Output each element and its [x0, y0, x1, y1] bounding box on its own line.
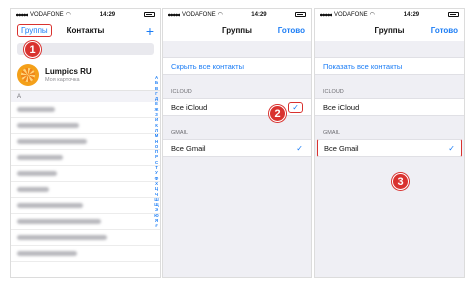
show-all-label: Показать все контакты: [323, 61, 403, 71]
step-badge-3: 3: [392, 173, 409, 190]
groups-list: Скрыть все контакты ICLOUD Все iCloud ✓ …: [163, 41, 311, 277]
carrier-label: VODAFONE: [334, 11, 368, 18]
wifi-icon: ◠: [217, 12, 223, 18]
my-card-subtitle: Моя карточка: [45, 76, 80, 83]
icloud-check-highlight[interactable]: ✓: [288, 101, 303, 113]
blurred-name: [17, 171, 57, 176]
my-card-name: Lumpics RU: [45, 66, 92, 76]
signal-icon: [168, 12, 180, 17]
section-header: А: [11, 91, 160, 102]
blurred-name: [17, 155, 63, 160]
groups-screen-before: VODAFONE ◠ 14:29 Группы Готово Скрыть вс…: [162, 8, 312, 278]
list-item[interactable]: [11, 118, 160, 134]
alphabet-index[interactable]: А Б В Г Д Е Ж З И К Л М Н О П Р С Т У Ф Х Ц Ч Ш Щ Э Ю Я #: [154, 75, 159, 229]
list-item[interactable]: [11, 230, 160, 246]
group-row-gmail[interactable]: Все Gmail ✓: [317, 139, 462, 157]
clock: 14:29: [403, 11, 420, 18]
signal-icon: [16, 12, 28, 17]
add-contact-button[interactable]: +: [146, 24, 154, 38]
groups-list: Показать все контакты ICLOUD Все iCloud …: [315, 41, 464, 277]
blurred-name: [17, 219, 101, 224]
battery-icon: [448, 12, 459, 17]
nav-bar: Группы Готово: [163, 20, 311, 41]
group-label-gmail: Все Gmail: [324, 143, 359, 153]
gmail-header: GMAIL: [171, 130, 189, 136]
nav-bar: Группы Контакты +: [11, 20, 160, 41]
battery-icon: [295, 12, 306, 17]
group-row-gmail[interactable]: Все Gmail ✓: [163, 139, 311, 157]
step-badge-1: 1: [24, 41, 41, 58]
signal-icon: [320, 12, 332, 17]
nav-bar: Группы Готово: [315, 20, 464, 41]
gmail-header: GMAIL: [323, 130, 341, 136]
list-item[interactable]: [11, 182, 160, 198]
checkmark-icon: ✓: [292, 102, 299, 112]
status-bar: VODAFONE ◠ 14:29: [315, 9, 464, 20]
carrier-label: VODAFONE: [182, 11, 216, 18]
groups-button[interactable]: Группы: [17, 24, 52, 37]
group-row-icloud[interactable]: Все iCloud ✓: [163, 98, 311, 116]
checkmark-icon: ✓: [448, 143, 455, 153]
group-label-gmail: Все Gmail: [171, 143, 206, 153]
clock: 14:29: [251, 11, 267, 18]
blurred-name: [17, 203, 83, 208]
icloud-header: ICLOUD: [323, 89, 344, 95]
blurred-name: [17, 107, 55, 112]
icloud-header: ICLOUD: [171, 89, 192, 95]
blurred-name: [17, 139, 87, 144]
my-card[interactable]: Lumpics RU Моя карточка: [11, 59, 160, 91]
wifi-icon: ◠: [65, 12, 71, 18]
blurred-name: [17, 235, 107, 240]
show-all-contacts-button[interactable]: Показать все контакты: [315, 57, 464, 75]
hide-all-label: Скрыть все контакты: [171, 61, 244, 71]
clock: 14:29: [99, 11, 116, 18]
wifi-icon: ◠: [369, 12, 375, 18]
battery-icon: [144, 12, 155, 17]
done-button[interactable]: Готово: [431, 26, 458, 35]
list-item[interactable]: [11, 246, 160, 262]
contacts-screen: VODAFONE ◠ 14:29 Группы Контакты + Поиск…: [10, 8, 161, 278]
list-item[interactable]: [11, 214, 160, 230]
checkmark-icon: ✓: [296, 143, 303, 153]
status-bar: VODAFONE ◠ 14:29: [11, 9, 160, 20]
blurred-name: [17, 187, 49, 192]
carrier-label: VODAFONE: [30, 11, 64, 18]
blurred-name: [17, 251, 77, 256]
step-badge-2: 2: [269, 105, 286, 122]
status-bar: VODAFONE ◠ 14:29: [163, 9, 311, 20]
avatar: [17, 63, 39, 86]
list-item[interactable]: [11, 134, 160, 150]
group-label-icloud: Все iCloud: [323, 102, 360, 112]
groups-screen-after: VODAFONE ◠ 14:29 Группы Готово Показать …: [314, 8, 465, 278]
group-row-icloud[interactable]: Все iCloud: [315, 98, 464, 116]
list-item[interactable]: [11, 166, 160, 182]
index-letter[interactable]: #: [155, 223, 157, 228]
blurred-name: [17, 123, 79, 128]
list-item[interactable]: [11, 150, 160, 166]
hide-all-contacts-button[interactable]: Скрыть все контакты: [163, 57, 311, 75]
list-item[interactable]: [11, 102, 160, 118]
group-label-icloud: Все iCloud: [171, 102, 208, 112]
list-item[interactable]: [11, 198, 160, 214]
done-button[interactable]: Готово: [278, 26, 305, 35]
